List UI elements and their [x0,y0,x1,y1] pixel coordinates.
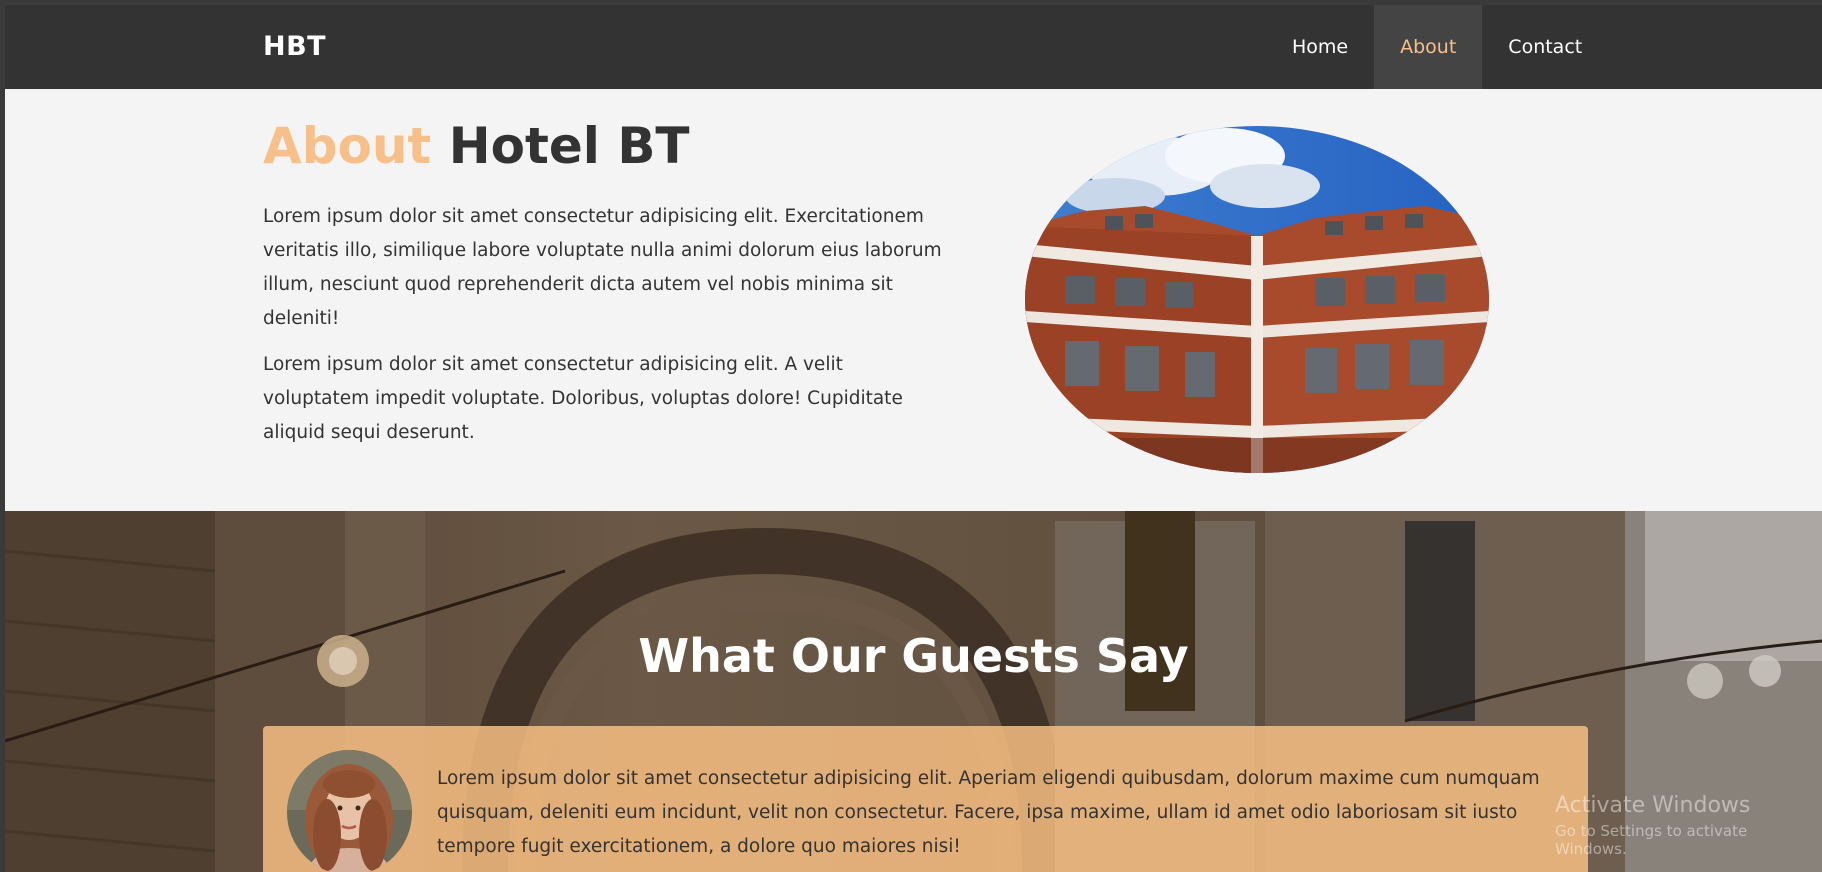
guest-avatar [287,750,412,872]
windows-activation-watermark: Activate Windows Go to Settings to activ… [1555,793,1822,858]
testimonials-section: What Our Guests Say Lorem ipsum dolor si… [5,511,1822,872]
page: HBT Home About Contact About Hotel BT Lo… [5,5,1822,872]
about-paragraph-1: Lorem ipsum dolor sit amet consectetur a… [263,206,942,329]
testimonial-card: Lorem ipsum dolor sit amet consectetur a… [263,726,1588,872]
nav-link-about[interactable]: About [1374,5,1483,89]
testimonial-quote: Lorem ipsum dolor sit amet consectetur a… [437,768,1540,857]
watermark-title: Activate Windows [1555,793,1751,818]
testimonials-heading: What Our Guests Say [638,629,1189,683]
about-heading-accent: About [263,117,432,175]
nav-link-contact[interactable]: Contact [1482,5,1608,89]
navbar: HBT Home About Contact [5,5,1822,89]
nav-link-home[interactable]: Home [1266,5,1374,89]
brand-logo[interactable]: HBT [263,31,326,62]
about-heading-rest: Hotel BT [448,117,690,175]
about-text: Lorem ipsum dolor sit amet consectetur a… [263,200,943,462]
about-heading: About Hotel BT [263,117,690,175]
nav-links: Home About Contact [1266,5,1608,89]
watermark-subtitle: Go to Settings to activate Windows. [1555,822,1748,858]
hotel-building-image [1025,126,1489,473]
about-paragraph-2: Lorem ipsum dolor sit amet consectetur a… [263,354,903,443]
